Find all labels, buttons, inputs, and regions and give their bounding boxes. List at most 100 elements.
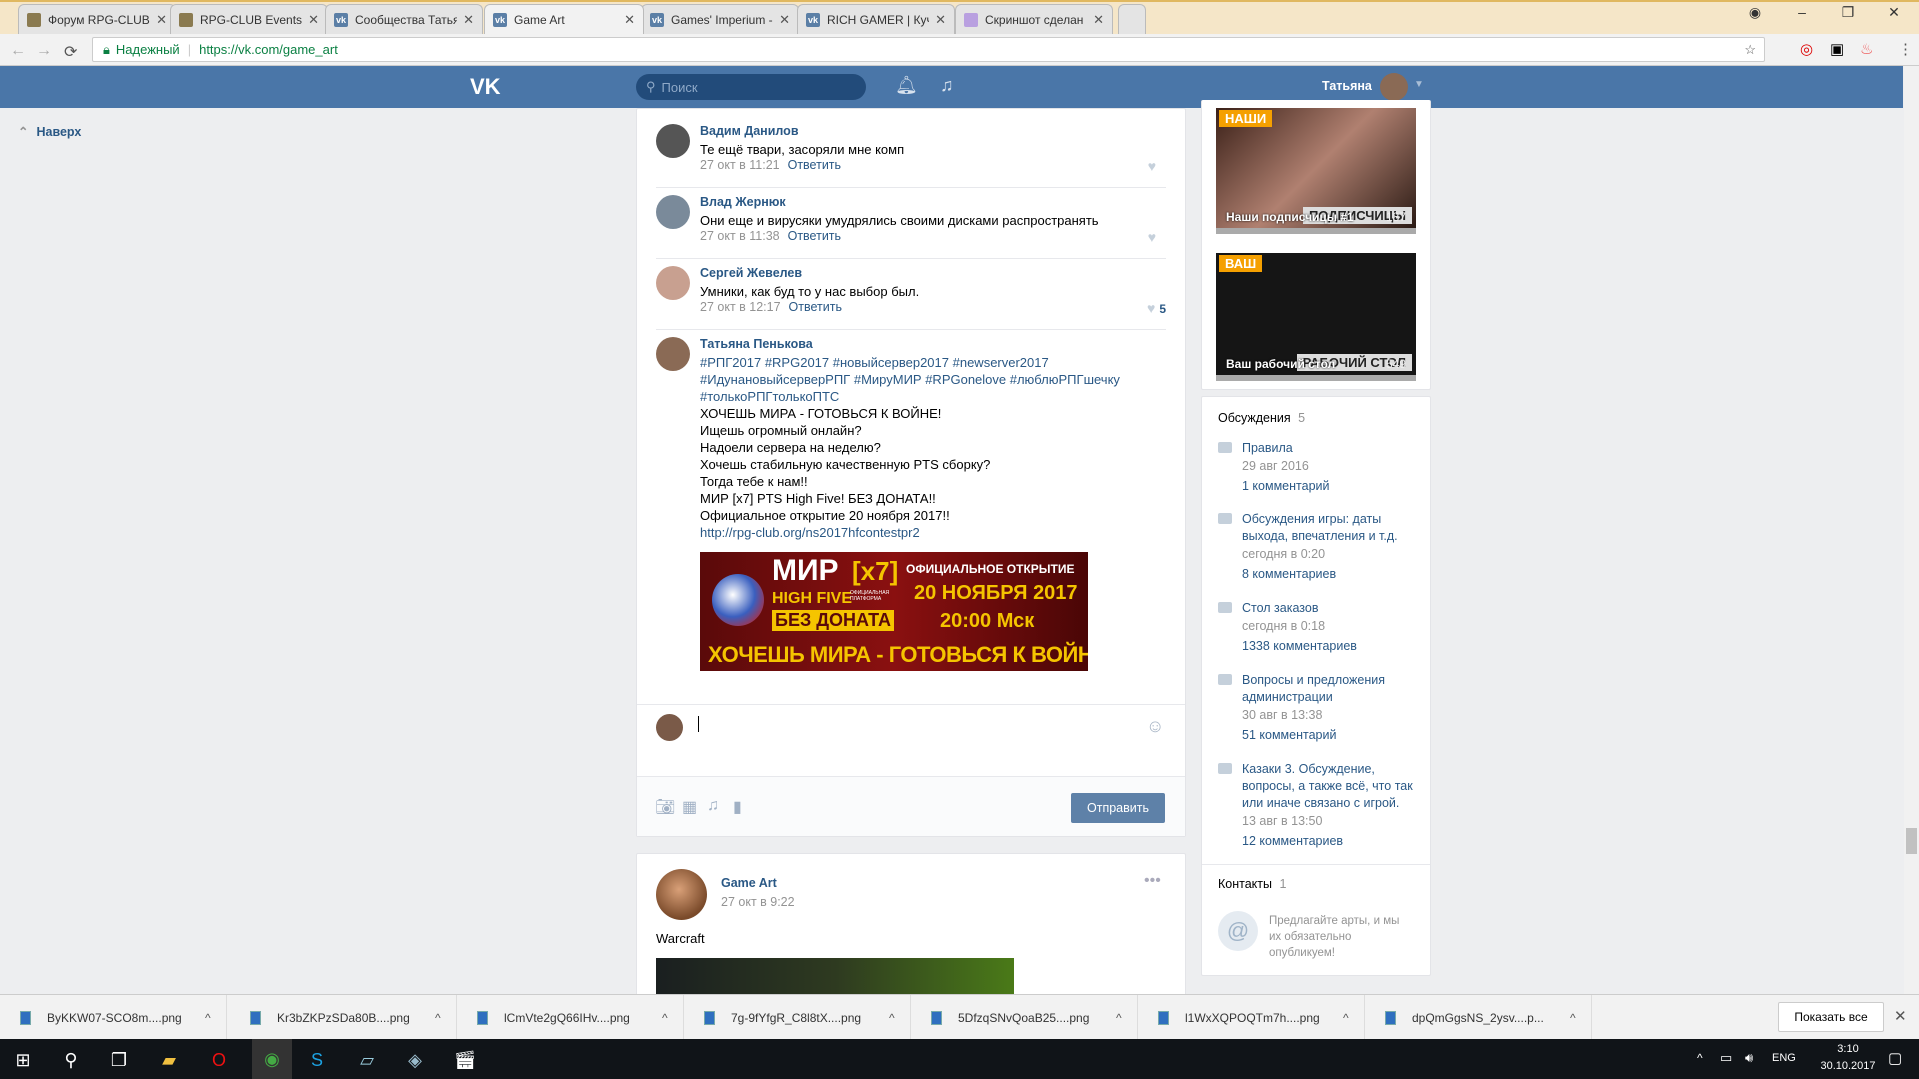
comment-date[interactable]: 27 окт в 11:38 [700, 229, 780, 243]
browser-tab[interactable]: vk Сообщества Татьяны Пе ✕ [325, 4, 483, 34]
close-tab-icon[interactable]: ✕ [935, 12, 946, 28]
discussion-item[interactable]: Казаки 3. Обсуждение, вопросы, а также в… [1218, 761, 1428, 851]
contact-description[interactable]: Предлагайте арты, и мы их обязательно оп… [1269, 913, 1414, 961]
commenter-name[interactable]: Сергей Жевелев [700, 266, 802, 280]
user-avatar[interactable] [1380, 73, 1408, 101]
maximize-button[interactable]: ❐ [1828, 4, 1868, 21]
user-name[interactable]: Татьяна [1322, 79, 1372, 93]
opera-icon[interactable]: O [204, 1045, 234, 1075]
discussion-comments[interactable]: 8 комментариев [1242, 564, 1428, 584]
task-view-icon[interactable]: ❐ [104, 1045, 134, 1075]
forward-icon[interactable]: → [36, 42, 52, 60]
close-downloads-icon[interactable]: ✕ [1894, 1007, 1907, 1025]
music-icon[interactable]: ♫ [940, 75, 954, 96]
commenter-name[interactable]: Татьяна Пенькова [700, 337, 813, 351]
like-button[interactable]: ♥ [1148, 158, 1156, 174]
discussion-comments[interactable]: 1338 комментариев [1242, 636, 1428, 656]
skype-icon[interactable]: S [302, 1045, 332, 1075]
discussion-comments[interactable]: 12 комментариев [1242, 831, 1428, 851]
download-item[interactable]: 5DfzqSNvQoaB25....png ^ [911, 995, 1138, 1040]
commenter-avatar[interactable] [656, 195, 690, 229]
hashtag-line[interactable]: #толькоРПГтолькоПТС [700, 388, 1160, 405]
commenter-name[interactable]: Влад Жернюк [700, 195, 786, 209]
hashtag-line[interactable]: #ИдунановыйсерверРПГ #МируМИР #RPGonelov… [700, 371, 1160, 388]
chevron-up-icon[interactable]: ^ [435, 1011, 441, 1025]
file-explorer-icon[interactable]: ▰ [154, 1045, 184, 1075]
back-to-top-link[interactable]: ⌃ Наверх [18, 124, 81, 139]
download-item[interactable]: ByKKW07-SCO8m....png ^ [0, 995, 227, 1040]
show-all-downloads-button[interactable]: Показать все [1778, 1002, 1884, 1032]
url-bar[interactable]: 🔒︎ Надежный | https://vk.com/game_art ☆ [92, 37, 1765, 62]
tray-chevron-icon[interactable]: ^ [1697, 1051, 1703, 1065]
discussions-title[interactable]: Обсуждения [1218, 411, 1291, 425]
chevron-up-icon[interactable]: ^ [1116, 1011, 1122, 1025]
clock-date[interactable]: 30.10.2017 [1808, 1060, 1888, 1072]
download-item[interactable]: l1WxXQPOQTm7h....png ^ [1138, 995, 1365, 1040]
star-icon[interactable]: ☆ [1744, 42, 1756, 58]
browser-tab[interactable]: vk RICH GAMER | Куча халя ✕ [797, 4, 955, 34]
album-thumbnail[interactable]: ВАШ РАБОЧИЙ СТОЛ Ваш рабочий стол 549 [1216, 253, 1416, 381]
discussion-title[interactable]: Казаки 3. Обсуждение, вопросы, а также в… [1242, 761, 1428, 812]
chevron-down-icon[interactable]: ▼ [1414, 79, 1424, 90]
fire-ext-icon[interactable]: ♨ [1860, 40, 1873, 58]
discussion-title[interactable]: Стол заказов [1242, 600, 1428, 617]
chevron-up-icon[interactable]: ^ [205, 1011, 211, 1025]
chevron-up-icon[interactable]: ^ [662, 1011, 668, 1025]
back-icon[interactable]: ← [10, 42, 26, 60]
chevron-up-icon[interactable]: ^ [1343, 1011, 1349, 1025]
close-tab-icon[interactable]: ✕ [463, 12, 474, 28]
close-tab-icon[interactable]: ✕ [624, 12, 635, 28]
browser-tab[interactable]: Скриншот сделан с пом ✕ [955, 4, 1113, 34]
reply-link[interactable]: Ответить [788, 158, 841, 172]
video-editor-icon[interactable]: 🎬︎ [450, 1045, 480, 1075]
scrollbar[interactable] [1904, 66, 1919, 994]
browser-tab[interactable]: RPG-CLUB Events Screen ✕ [170, 4, 328, 34]
bell-icon[interactable]: 🔔︎ [895, 75, 918, 96]
video-icon[interactable]: ▦ [682, 797, 697, 817]
commenter-avatar[interactable] [656, 124, 690, 158]
reply-link[interactable]: Ответить [788, 229, 841, 243]
like-button[interactable]: ♥ 5 [1147, 300, 1166, 316]
send-button[interactable]: Отправить [1071, 793, 1165, 823]
chevron-up-icon[interactable]: ^ [1570, 1011, 1576, 1025]
browser-tab[interactable]: Форум RPG-CLUB. Тема ✕ [18, 4, 176, 34]
opera-ext-icon[interactable]: ◎ [1800, 40, 1813, 58]
discussion-comments[interactable]: 51 комментарий [1242, 725, 1428, 745]
reply-link[interactable]: Ответить [789, 300, 842, 314]
download-item[interactable]: dpQmGgsNS_2ysv....p... ^ [1365, 995, 1592, 1040]
discussion-title[interactable]: Обсуждения игры: даты выхода, впечатлени… [1242, 511, 1428, 545]
discussion-title[interactable]: Вопросы и предложения администрации [1242, 672, 1428, 706]
discussion-item[interactable]: Стол заказов сегодня в 0:18 1338 комментар… [1218, 600, 1428, 656]
close-tab-icon[interactable]: ✕ [156, 12, 167, 28]
search-input[interactable]: ⚲ Поиск [636, 74, 866, 100]
like-button[interactable]: ♥ [1148, 229, 1156, 245]
profile-icon[interactable]: ◉ [1735, 4, 1775, 21]
search-icon[interactable]: ⚲ [56, 1045, 86, 1075]
volume-icon[interactable]: 🔊︎ [1745, 1050, 1753, 1066]
minimize-button[interactable]: – [1782, 4, 1822, 20]
document-icon[interactable]: ▮ [733, 797, 742, 817]
download-item[interactable]: 7g-9fYfgR_C8l8tX....png ^ [684, 995, 911, 1040]
chevron-up-icon[interactable]: ^ [889, 1011, 895, 1025]
comment-date[interactable]: 27 окт в 12:17 [700, 300, 781, 314]
windows-start-icon[interactable]: ⊞ [8, 1045, 38, 1075]
close-window-button[interactable]: ✕ [1874, 4, 1914, 21]
network-icon[interactable]: ▭ [1720, 1050, 1732, 1066]
more-options-icon[interactable]: ••• [1144, 872, 1161, 890]
steam-icon[interactable]: ◈ [400, 1045, 430, 1075]
post-author-avatar[interactable] [656, 869, 707, 920]
comment-link[interactable]: http://rpg-club.org/ns2017hfcontestpr2 [700, 524, 1160, 541]
discussion-item[interactable]: Вопросы и предложения администрации 30 ав… [1218, 672, 1428, 745]
url-text[interactable]: https://vk.com/game_art [199, 42, 338, 57]
reload-icon[interactable]: ⟳ [64, 42, 77, 62]
close-tab-icon[interactable]: ✕ [779, 12, 790, 28]
download-item[interactable]: Kr3bZKPzSDa80B....png ^ [230, 995, 457, 1040]
contacts-title[interactable]: Контакты [1218, 877, 1272, 891]
close-tab-icon[interactable]: ✕ [1093, 12, 1104, 28]
post-date[interactable]: 27 окт в 9:22 [721, 895, 795, 909]
discussion-comments[interactable]: 1 комментарий [1242, 476, 1428, 496]
app-icon[interactable]: ▱ [352, 1045, 382, 1075]
vk-logo[interactable]: VK [470, 74, 501, 100]
clock-time[interactable]: 3:10 [1818, 1043, 1878, 1055]
album-thumbnail[interactable]: НАШИ ПОДПИСЧИЦЫ Наши подписчицы #1 187 [1216, 108, 1416, 234]
